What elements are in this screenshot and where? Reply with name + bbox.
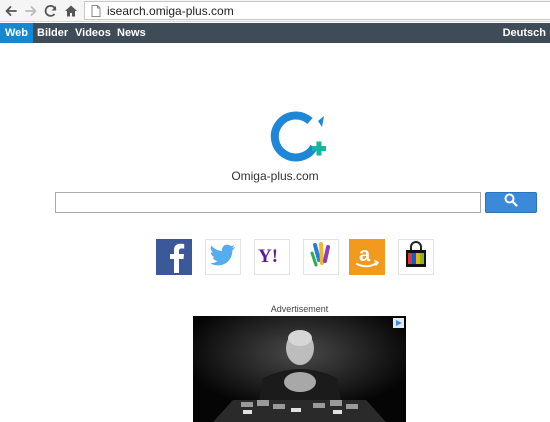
yahoo-icon: Y! <box>256 244 288 271</box>
search-icon <box>504 193 518 212</box>
search-button[interactable] <box>485 192 537 213</box>
svg-text:Y!: Y! <box>258 246 278 266</box>
shortcut-yahoo[interactable]: Y! <box>254 239 290 275</box>
page-icon <box>89 4 103 18</box>
shortcut-ebay[interactable] <box>398 239 434 275</box>
address-bar[interactable]: isearch.omiga-plus.com <box>84 1 550 20</box>
ad-choices-icon[interactable] <box>393 318 404 328</box>
home-icon[interactable] <box>62 2 80 20</box>
reload-icon[interactable] <box>42 2 60 20</box>
back-arrow-icon[interactable] <box>2 2 20 20</box>
shortcut-amazon[interactable]: a <box>349 239 385 275</box>
twitter-icon <box>210 244 236 271</box>
advertisement-label: Advertisement <box>270 304 329 314</box>
omiga-logo <box>266 107 330 167</box>
url-text: isearch.omiga-plus.com <box>107 3 234 18</box>
shopping-bag-icon <box>402 240 430 274</box>
facebook-icon <box>156 237 192 278</box>
walmart-icon <box>307 241 335 274</box>
advertisement-image <box>193 316 406 422</box>
language-selector[interactable]: Deutsch <box>503 23 546 43</box>
tab-bilder[interactable]: Bilder <box>37 23 68 43</box>
search-input[interactable] <box>55 192 481 213</box>
tab-news[interactable]: News <box>117 23 146 43</box>
advertisement-banner[interactable] <box>193 316 406 422</box>
svg-text:a: a <box>359 244 371 266</box>
shortcut-walmart[interactable] <box>303 239 339 275</box>
top-nav: Web Bilder Videos News Deutsch <box>0 23 550 43</box>
brand-name: Omiga-plus.com <box>231 169 319 183</box>
browser-toolbar: isearch.omiga-plus.com <box>0 0 550 22</box>
shortcut-facebook[interactable] <box>156 239 192 275</box>
forward-arrow-icon[interactable] <box>22 2 40 20</box>
amazon-icon: a <box>349 237 385 278</box>
shortcut-twitter[interactable] <box>205 239 241 275</box>
tab-web[interactable]: Web <box>0 23 34 43</box>
tab-videos[interactable]: Videos <box>75 23 111 43</box>
